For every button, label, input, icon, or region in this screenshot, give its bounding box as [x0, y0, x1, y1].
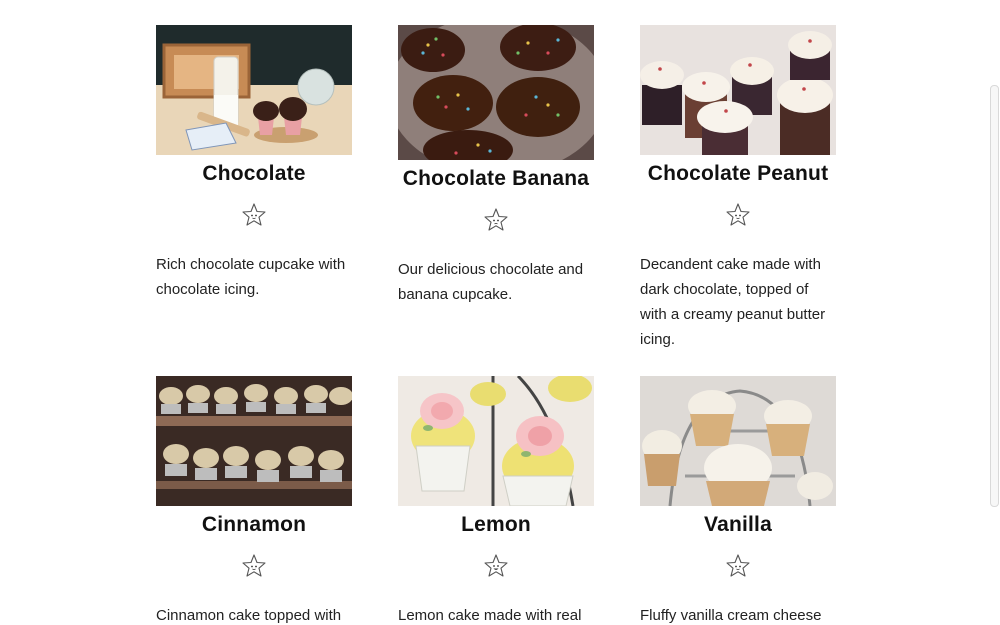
cupcake-photo [156, 376, 352, 506]
star-face-icon[interactable] [241, 553, 267, 579]
cupcake-card-vanilla: Vanilla Fluffy vanilla cream cheese [640, 376, 836, 625]
star-face-icon[interactable] [483, 553, 509, 579]
cupcake-title: Cinnamon [201, 513, 307, 536]
cupcake-photo [640, 376, 836, 506]
cupcake-description: Rich chocolate cupcake with chocolate ic… [156, 256, 346, 298]
cupcake-title: Chocolate [202, 162, 306, 185]
cupcake-card-chocolate-peanut: Chocolate Peanut Decandent cake made wit… [640, 25, 836, 352]
cupcake-photo [398, 25, 594, 160]
cupcake-card-lemon: Lemon Lemon cake made with real [398, 376, 594, 625]
cupcake-description: Our delicious chocolate and banana cupca… [398, 261, 584, 303]
cupcake-photo [398, 376, 594, 506]
cupcake-card-cinnamon: Cinnamon Cinnamon cake topped with [156, 376, 352, 625]
star-face-icon[interactable] [725, 202, 751, 228]
star-face-icon[interactable] [725, 553, 751, 579]
cupcake-title: Lemon [461, 513, 531, 536]
cupcake-description: Decandent cake made with dark chocolate,… [640, 256, 826, 348]
cupcake-description: Lemon cake made with real [398, 607, 582, 624]
cupcake-card-chocolate-banana: Chocolate Banana Our delicious chocolate… [398, 25, 594, 307]
cupcake-title: Vanilla [704, 513, 772, 536]
star-face-icon[interactable] [483, 207, 509, 233]
cupcake-card-chocolate: Chocolate Rich chocolate cupcake with ch… [156, 25, 352, 302]
scrollbar[interactable] [990, 85, 999, 507]
star-face-icon[interactable] [241, 202, 267, 228]
cupcake-description: Fluffy vanilla cream cheese [640, 607, 822, 624]
cupcake-description: Cinnamon cake topped with [156, 607, 342, 624]
cupcake-gallery-page: Chocolate Rich chocolate cupcake with ch… [0, 0, 1000, 625]
cupcake-photo [640, 25, 836, 155]
cupcake-photo [156, 25, 352, 155]
cupcake-title: Chocolate Banana [402, 167, 590, 190]
cupcake-title: Chocolate Peanut [647, 162, 829, 185]
